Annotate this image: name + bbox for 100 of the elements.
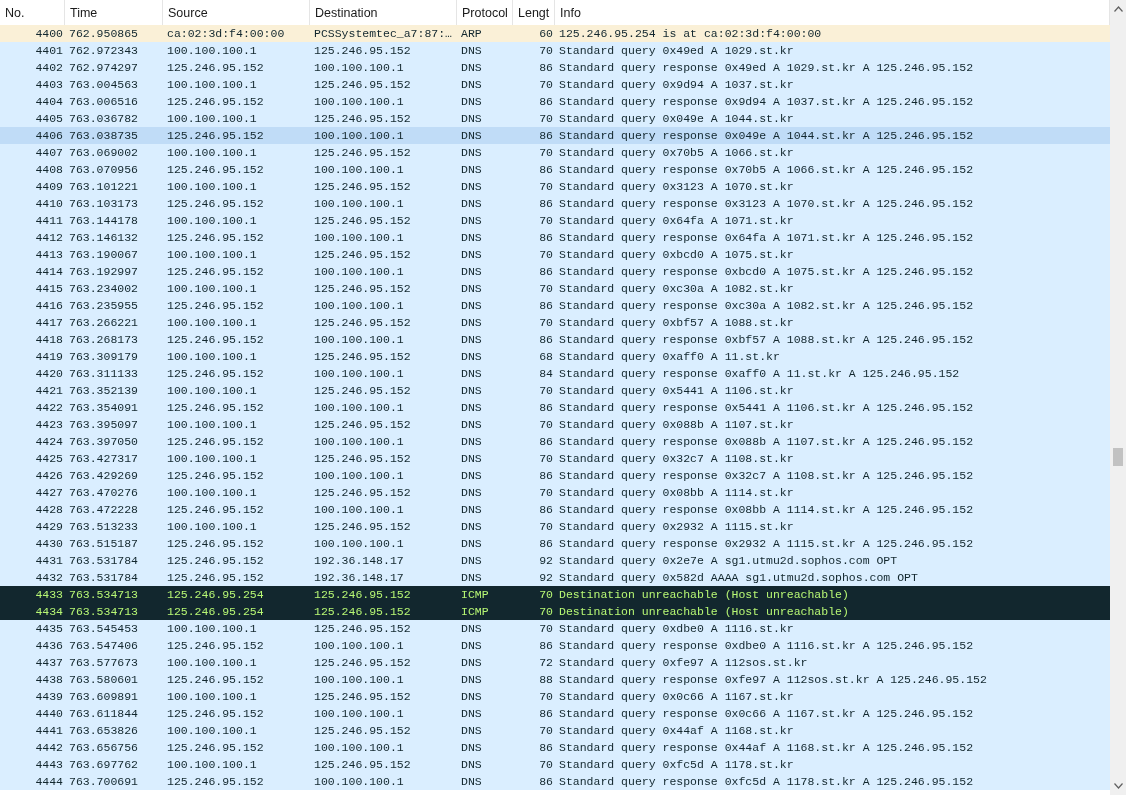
table-cell-text: 4407 <box>34 145 64 161</box>
table-cell-text: 125.246.95.254 <box>166 604 265 620</box>
packet-row[interactable]: 4418 763.268173 125.246.95.152 100.100.100.1 DNS 86 Standard query response 0xbf57 A 1088.st.kr A 125.246.95.152 <box>0 331 1110 348</box>
table-cell-text: 100.100.100.1 <box>313 774 405 790</box>
table-cell-text: 763.004563 <box>68 77 139 93</box>
packet-row[interactable]: 4410 763.103173 125.246.95.152 100.100.100.1 DNS 86 Standard query response 0x3123 A 1070.st.kr A 125.246.95.152 <box>0 195 1110 212</box>
packet-row[interactable]: 4415 763.234002 100.100.100.1 125.246.95.152 DNS 70 Standard query 0xc30a A 1082.st.kr <box>0 280 1110 297</box>
table-cell-text: 100.100.100.1 <box>313 400 405 416</box>
table-cell-text: 100.100.100.1 <box>166 213 258 229</box>
table-cell-text: 763.580601 <box>68 672 139 688</box>
packet-row[interactable]: 4416 763.235955 125.246.95.152 100.100.100.1 DNS 86 Standard query response 0xc30a A 1082.st.kr A 125.246.95.152 <box>0 297 1110 314</box>
packet-row[interactable]: 4436 763.547406 125.246.95.152 100.100.100.1 DNS 86 Standard query response 0xdbe0 A 1116.st.kr A 125.246.95.152 <box>0 637 1110 654</box>
table-cell-text: DNS <box>460 570 483 586</box>
packet-row[interactable]: 4419 763.309179 100.100.100.1 125.246.95.152 DNS 68 Standard query 0xaff0 A 11.st.kr <box>0 348 1110 365</box>
packet-row[interactable]: 4404 763.006516 125.246.95.152 100.100.100.1 DNS 86 Standard query response 0x9d94 A 1037.st.kr A 125.246.95.152 <box>0 93 1110 110</box>
table-cell-text: 86 <box>538 94 554 110</box>
packet-row[interactable]: 4421 763.352139 100.100.100.1 125.246.95.152 DNS 70 Standard query 0x5441 A 1106.st.kr <box>0 382 1110 399</box>
packet-row[interactable]: 4401 762.972343 100.100.100.1 125.246.95.152 DNS 70 Standard query 0x49ed A 1029.st.kr <box>0 42 1110 59</box>
packet-row[interactable]: 4442 763.656756 125.246.95.152 100.100.100.1 DNS 86 Standard query response 0x44af A 1168.st.kr A 125.246.95.152 <box>0 739 1110 756</box>
packet-row[interactable]: 4406 763.038735 125.246.95.152 100.100.100.1 DNS 86 Standard query response 0x049e A 1044.st.kr A 125.246.95.152 <box>0 127 1110 144</box>
packet-row[interactable]: 4408 763.070956 125.246.95.152 100.100.100.1 DNS 86 Standard query response 0x70b5 A 1066.st.kr A 125.246.95.152 <box>0 161 1110 178</box>
table-cell-text: 763.472228 <box>68 502 139 518</box>
table-cell-text: 125.246.95.152 <box>313 315 412 331</box>
scrollbar-thumb[interactable] <box>1113 448 1123 466</box>
table-cell-text: 763.190067 <box>68 247 139 263</box>
table-cell-text: 92 <box>538 570 554 586</box>
table-cell-text: 763.311133 <box>68 366 139 382</box>
packet-row[interactable]: 4426 763.429269 125.246.95.152 100.100.100.1 DNS 86 Standard query response 0x32c7 A 1108.st.kr A 125.246.95.152 <box>0 467 1110 484</box>
packet-row[interactable]: 4431 763.531784 125.246.95.152 192.36.148.17 DNS 92 Standard query 0x2e7e A sg1.utmu2d.sophos.com OPT <box>0 552 1110 569</box>
packet-row[interactable]: 4422 763.354091 125.246.95.152 100.100.100.1 DNS 86 Standard query response 0x5441 A 1106.st.kr A 125.246.95.152 <box>0 399 1110 416</box>
table-cell-text: 763.234002 <box>68 281 139 297</box>
packet-row[interactable]: 4417 763.266221 100.100.100.1 125.246.95.152 DNS 70 Standard query 0xbf57 A 1088.st.kr <box>0 314 1110 331</box>
table-cell-text: DNS <box>460 468 483 484</box>
table-cell-text: 70 <box>538 604 554 620</box>
vertical-scrollbar[interactable] <box>1110 0 1126 795</box>
table-cell-text: DNS <box>460 315 483 331</box>
table-cell-text: 100.100.100.1 <box>166 315 258 331</box>
table-cell-text: 100.100.100.1 <box>313 638 405 654</box>
packet-row[interactable]: 4412 763.146132 125.246.95.152 100.100.100.1 DNS 86 Standard query response 0x64fa A 1071.st.kr A 125.246.95.152 <box>0 229 1110 246</box>
table-cell-text: 763.531784 <box>68 553 139 569</box>
table-cell-text: 125.246.95.152 <box>166 230 265 246</box>
packet-row[interactable]: 4440 763.611844 125.246.95.152 100.100.100.1 DNS 86 Standard query response 0x0c66 A 1167.st.kr A 125.246.95.152 <box>0 705 1110 722</box>
table-cell-text: 125.246.95.152 <box>166 128 265 144</box>
table-cell-text: 100.100.100.1 <box>166 111 258 127</box>
table-cell-text: 4420 <box>34 366 64 382</box>
packet-row[interactable]: 4438 763.580601 125.246.95.152 100.100.100.1 DNS 88 Standard query response 0xfe97 A 112sos.st.kr A 125.246.95.152 <box>0 671 1110 688</box>
packet-row[interactable]: 4433 763.534713 125.246.95.254 125.246.95.152 ICMP 70 Destination unreachable (Host unreachable) <box>0 586 1110 603</box>
packet-row[interactable]: 4441 763.653826 100.100.100.1 125.246.95.152 DNS 70 Standard query 0x44af A 1168.st.kr <box>0 722 1110 739</box>
packet-row[interactable]: 4420 763.311133 125.246.95.152 100.100.100.1 DNS 84 Standard query response 0xaff0 A 11.st.kr A 125.246.95.152 <box>0 365 1110 382</box>
packet-row[interactable]: 4444 763.700691 125.246.95.152 100.100.100.1 DNS 86 Standard query response 0xfc5d A 1178.st.kr A 125.246.95.152 <box>0 773 1110 790</box>
table-cell-text: 125.246.95.152 <box>313 213 412 229</box>
scroll-up-icon[interactable] <box>1113 6 1123 12</box>
table-cell-text: 125.246.95.152 <box>313 485 412 501</box>
packet-row[interactable]: 4411 763.144178 100.100.100.1 125.246.95.152 DNS 70 Standard query 0x64fa A 1071.st.kr <box>0 212 1110 229</box>
table-cell-text: 125.246.95.152 <box>166 502 265 518</box>
packet-row[interactable]: 4407 763.069002 100.100.100.1 125.246.95.152 DNS 70 Standard query 0x70b5 A 1066.st.kr <box>0 144 1110 161</box>
packet-row[interactable]: 4403 763.004563 100.100.100.1 125.246.95.152 DNS 70 Standard query 0x9d94 A 1037.st.kr <box>0 76 1110 93</box>
table-cell-text: 100.100.100.1 <box>166 383 258 399</box>
packet-row[interactable]: 4409 763.101221 100.100.100.1 125.246.95.152 DNS 70 Standard query 0x3123 A 1070.st.kr <box>0 178 1110 195</box>
table-cell-text: 125.246.95.152 <box>166 264 265 280</box>
packet-row[interactable]: 4439 763.609891 100.100.100.1 125.246.95.152 DNS 70 Standard query 0x0c66 A 1167.st.kr <box>0 688 1110 705</box>
packet-row[interactable]: 4425 763.427317 100.100.100.1 125.246.95.152 DNS 70 Standard query 0x32c7 A 1108.st.kr <box>0 450 1110 467</box>
table-cell-text: Standard query response 0x2932 A 1115.st.kr A 125.246.95.152 <box>558 536 975 552</box>
packet-row[interactable]: 4402 762.974297 125.246.95.152 100.100.100.1 DNS 86 Standard query response 0x49ed A 1029.st.kr A 125.246.95.152 <box>0 59 1110 76</box>
table-cell-text: 125.246.95.152 <box>313 587 412 603</box>
table-cell-text: 100.100.100.1 <box>313 434 405 450</box>
table-cell-text: 4426 <box>34 468 64 484</box>
table-cell-text: 86 <box>538 332 554 348</box>
table-cell-text: DNS <box>460 196 483 212</box>
packet-row[interactable]: 4423 763.395097 100.100.100.1 125.246.95.152 DNS 70 Standard query 0x088b A 1107.st.kr <box>0 416 1110 433</box>
packet-row[interactable]: 4424 763.397050 125.246.95.152 100.100.100.1 DNS 86 Standard query response 0x088b A 1107.st.kr A 125.246.95.152 <box>0 433 1110 450</box>
packet-row[interactable]: 4437 763.577673 100.100.100.1 125.246.95.152 DNS 72 Standard query 0xfe97 A 112sos.st.kr <box>0 654 1110 671</box>
table-cell-text: DNS <box>460 655 483 671</box>
packet-row[interactable]: 4400 762.950865 ca:02:3d:f4:00:00 PCSSystemtec_a7:87:… ARP 60 125.246.95.254 is at ca:02:3d:f4:00:00 <box>0 25 1110 42</box>
packet-row[interactable]: 4428 763.472228 125.246.95.152 100.100.100.1 DNS 86 Standard query response 0x08bb A 1114.st.kr A 125.246.95.152 <box>0 501 1110 518</box>
table-cell-text: DNS <box>460 247 483 263</box>
packet-row[interactable]: 4414 763.192997 125.246.95.152 100.100.100.1 DNS 86 Standard query response 0xbcd0 A 1075.st.kr A 125.246.95.152 <box>0 263 1110 280</box>
table-cell-text: Standard query response 0xfc5d A 1178.st.kr A 125.246.95.152 <box>558 774 975 790</box>
packet-row[interactable]: 4435 763.545453 100.100.100.1 125.246.95.152 DNS 70 Standard query 0xdbe0 A 1116.st.kr <box>0 620 1110 637</box>
table-cell-text: 70 <box>538 723 554 739</box>
table-cell-text: 762.950865 <box>68 26 139 42</box>
table-cell-text: 100.100.100.1 <box>166 145 258 161</box>
packet-row[interactable]: 4430 763.515187 125.246.95.152 100.100.100.1 DNS 86 Standard query response 0x2932 A 1115.st.kr A 125.246.95.152 <box>0 535 1110 552</box>
table-cell-text: 70 <box>538 451 554 467</box>
packet-row[interactable]: 4434 763.534713 125.246.95.254 125.246.95.152 ICMP 70 Destination unreachable (Host unreachable) <box>0 603 1110 620</box>
packet-row[interactable]: 4443 763.697762 100.100.100.1 125.246.95.152 DNS 70 Standard query 0xfc5d A 1178.st.kr <box>0 756 1110 773</box>
table-cell-text: Standard query 0x64fa A 1071.st.kr <box>558 213 795 229</box>
packet-row[interactable]: 4405 763.036782 100.100.100.1 125.246.95.152 DNS 70 Standard query 0x049e A 1044.st.kr <box>0 110 1110 127</box>
table-cell-text: ICMP <box>460 604 490 620</box>
table-cell-text: 4428 <box>34 502 64 518</box>
table-cell-text: Standard query response 0x70b5 A 1066.st.kr A 125.246.95.152 <box>558 162 975 178</box>
packet-row[interactable]: 4432 763.531784 125.246.95.152 192.36.148.17 DNS 92 Standard query 0x582d AAAA sg1.utmu2d.sophos.com OPT <box>0 569 1110 586</box>
packet-row[interactable]: 4429 763.513233 100.100.100.1 125.246.95.152 DNS 70 Standard query 0x2932 A 1115.st.kr <box>0 518 1110 535</box>
table-cell-text: 100.100.100.1 <box>313 94 405 110</box>
packet-row[interactable]: 4427 763.470276 100.100.100.1 125.246.95.152 DNS 70 Standard query 0x08bb A 1114.st.kr <box>0 484 1110 501</box>
table-cell-text: Standard query 0xc30a A 1082.st.kr <box>558 281 795 297</box>
table-cell-text: 86 <box>538 400 554 416</box>
table-cell-text: Standard query response 0xbf57 A 1088.st.kr A 125.246.95.152 <box>558 332 975 348</box>
packet-row[interactable]: 4413 763.190067 100.100.100.1 125.246.95.152 DNS 70 Standard query 0xbcd0 A 1075.st.kr <box>0 246 1110 263</box>
scroll-down-icon[interactable] <box>1113 783 1123 789</box>
